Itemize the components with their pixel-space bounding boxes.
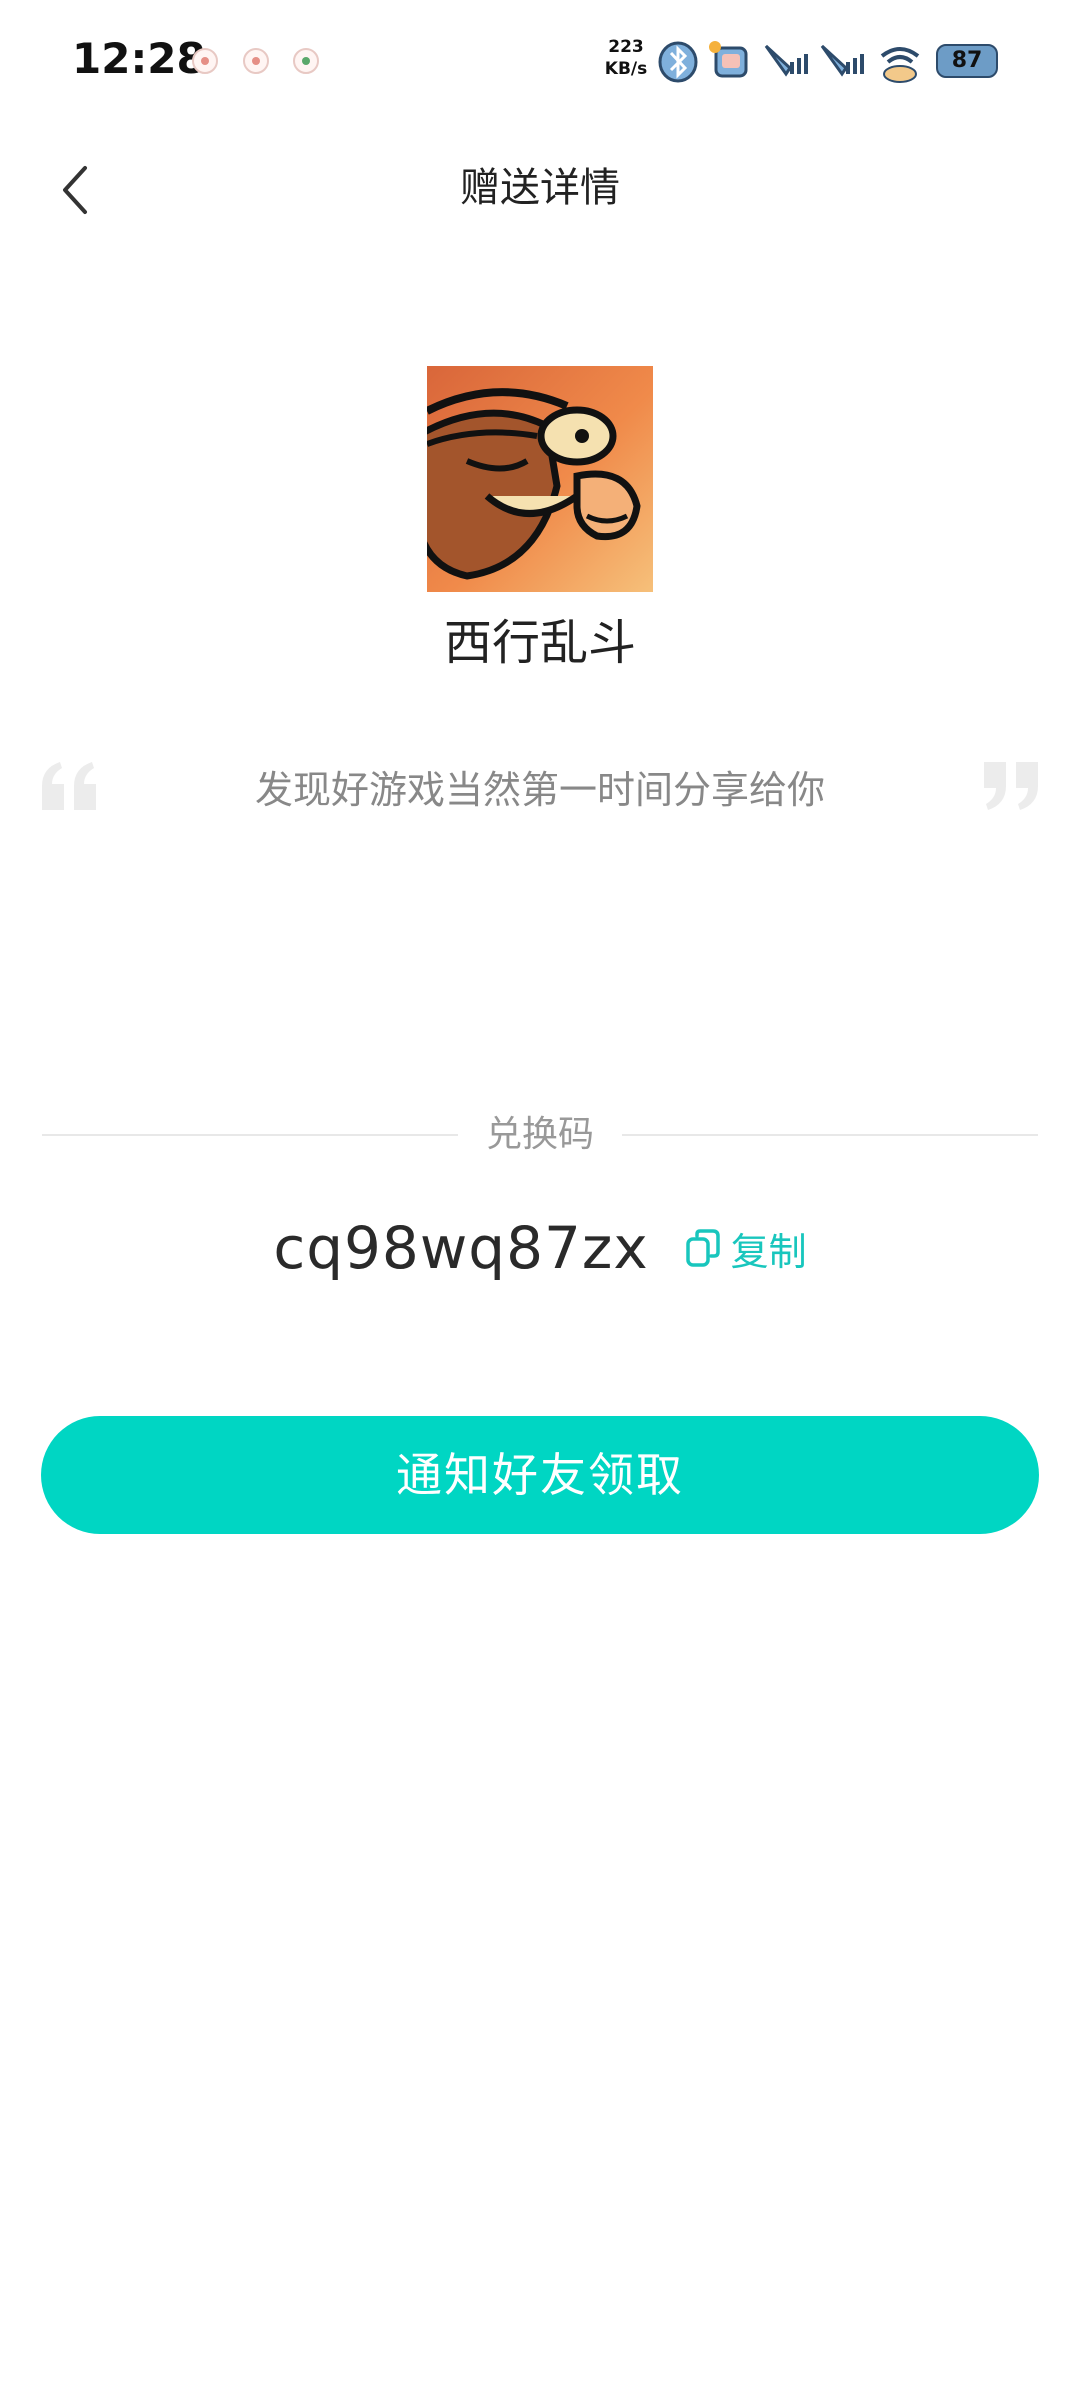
network-speed-unit: KB/s (604, 59, 648, 79)
game-icon (427, 366, 653, 592)
redeem-code-value: cq98wq87zx (273, 1214, 649, 1282)
close-quote-icon (984, 762, 1038, 810)
battery-level: 87 (951, 48, 983, 73)
copy-button[interactable]: 复制 (685, 1221, 807, 1276)
status-time: 12:28 (72, 34, 206, 83)
notification-icon (243, 48, 269, 74)
network-speed-value: 223 (608, 37, 644, 57)
game-icon-image (427, 366, 653, 592)
signal-icon (764, 44, 808, 77)
signal-icon (820, 44, 864, 77)
vibrate-icon (709, 41, 748, 78)
status-bar: 12:28 223 KB/s 87 (0, 0, 1080, 120)
network-speed: 223 KB/s (598, 36, 654, 80)
divider-right (622, 1134, 1038, 1136)
game-name: 西行乱斗 (443, 615, 636, 671)
redeem-code-row: cq98wq87zx 复制 (0, 1208, 1080, 1288)
battery-icon: 87 (936, 44, 998, 78)
copy-icon (685, 1229, 720, 1267)
quote-text: 发现好游戏当然第一时间分享给你 (254, 768, 825, 812)
copy-label: 复制 (730, 1229, 807, 1274)
wifi-icon (880, 47, 920, 83)
page-title: 赠送详情 (460, 165, 620, 211)
notify-friend-button[interactable]: 通知好友领取 (41, 1416, 1039, 1534)
notification-icon (192, 48, 218, 74)
notification-icon (293, 48, 319, 74)
bluetooth-icon (658, 41, 698, 83)
